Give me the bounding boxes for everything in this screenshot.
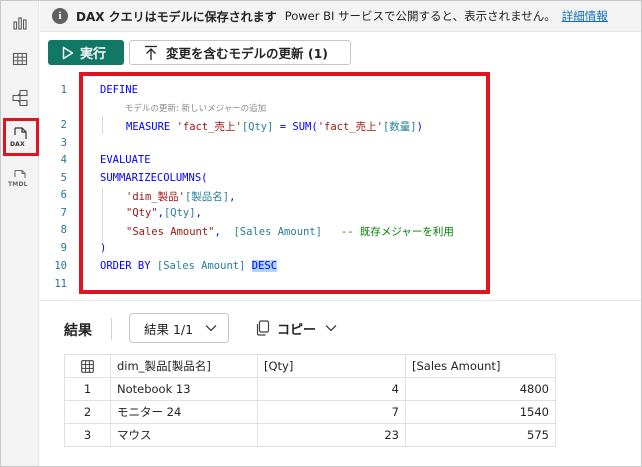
view-rail: DAX TMDL bbox=[1, 1, 39, 466]
line-number: 5 bbox=[60, 172, 67, 184]
copy-icon bbox=[256, 320, 270, 336]
cell-qty[interactable]: 7 bbox=[257, 400, 406, 424]
cell-name[interactable]: マウス bbox=[110, 423, 258, 447]
table-view-icon[interactable] bbox=[6, 45, 34, 73]
line-number: 7 bbox=[60, 207, 67, 219]
cell-qty[interactable]: 23 bbox=[257, 423, 406, 447]
row-index: 3 bbox=[64, 423, 111, 447]
line-number: 6 bbox=[60, 189, 67, 201]
column-header[interactable]: dim_製品[製品名] bbox=[110, 354, 258, 378]
row-index: 1 bbox=[64, 377, 111, 401]
column-header[interactable]: [Sales Amount] bbox=[405, 354, 556, 378]
cell-sales[interactable]: 4800 bbox=[405, 377, 556, 401]
cell-qty[interactable]: 4 bbox=[257, 377, 406, 401]
update-model-label: 変更を含むモデルの更新 (1) bbox=[166, 46, 328, 61]
info-text: Power BI サービスで公開すると、表示されません。 bbox=[284, 9, 556, 23]
play-icon bbox=[62, 46, 74, 59]
results-table: dim_製品[製品名] [Qty] [Sales Amount] 1 Noteb… bbox=[64, 354, 556, 447]
cell-name[interactable]: Notebook 13 bbox=[110, 377, 258, 401]
line-number: 2 bbox=[60, 119, 67, 131]
update-model-button[interactable]: 変更を含むモデルの更新 (1) bbox=[129, 40, 351, 65]
line-number: 8 bbox=[60, 224, 67, 236]
copy-button[interactable]: コピー bbox=[256, 319, 337, 338]
highlight-box-editor bbox=[79, 72, 490, 294]
results-title: 結果 bbox=[64, 323, 92, 339]
run-label: 実行 bbox=[80, 47, 107, 62]
chevron-down-icon bbox=[325, 325, 337, 332]
chevron-down-icon bbox=[205, 325, 217, 332]
info-bar: i DAX クエリはモデルに保存されます Power BI サービスで公開すると… bbox=[40, 1, 641, 32]
table-row: 2 モニター 24 7 1540 bbox=[64, 400, 556, 424]
model-view-icon[interactable] bbox=[6, 84, 34, 112]
table-header-row: dim_製品[製品名] [Qty] [Sales Amount] bbox=[64, 354, 556, 378]
run-button[interactable]: 実行 bbox=[48, 40, 124, 65]
line-number: 10 bbox=[54, 260, 67, 272]
line-number: 4 bbox=[60, 154, 67, 166]
table-row: 1 Notebook 13 4 4800 bbox=[64, 377, 556, 401]
table-row: 3 マウス 23 575 bbox=[64, 423, 556, 447]
copy-label: コピー bbox=[277, 322, 317, 338]
result-selector-label: 結果 1/1 bbox=[144, 321, 194, 337]
info-icon: i bbox=[52, 8, 68, 24]
panel-divider[interactable] bbox=[40, 300, 641, 301]
line-number: 11 bbox=[54, 278, 67, 290]
line-number: 1 bbox=[60, 84, 67, 96]
cell-name[interactable]: モニター 24 bbox=[110, 400, 258, 424]
cell-sales[interactable]: 1540 bbox=[405, 400, 556, 424]
learn-more-link[interactable]: 詳細情報 bbox=[562, 8, 608, 24]
highlight-box-dax-view bbox=[3, 118, 39, 156]
toolbar-separator bbox=[111, 318, 112, 340]
upload-icon bbox=[145, 45, 157, 60]
table-grid-icon bbox=[64, 354, 111, 378]
row-index: 2 bbox=[64, 400, 111, 424]
line-number: 9 bbox=[60, 242, 67, 254]
line-number: 3 bbox=[60, 137, 67, 149]
result-selector-dropdown[interactable]: 結果 1/1 bbox=[129, 313, 229, 343]
info-bold-text: DAX クエリはモデルに保存されます bbox=[76, 9, 277, 24]
column-header[interactable]: [Qty] bbox=[257, 354, 406, 378]
tmdl-label: TMDL bbox=[8, 181, 28, 188]
report-view-icon[interactable] bbox=[6, 9, 34, 37]
cell-sales[interactable]: 575 bbox=[405, 423, 556, 447]
